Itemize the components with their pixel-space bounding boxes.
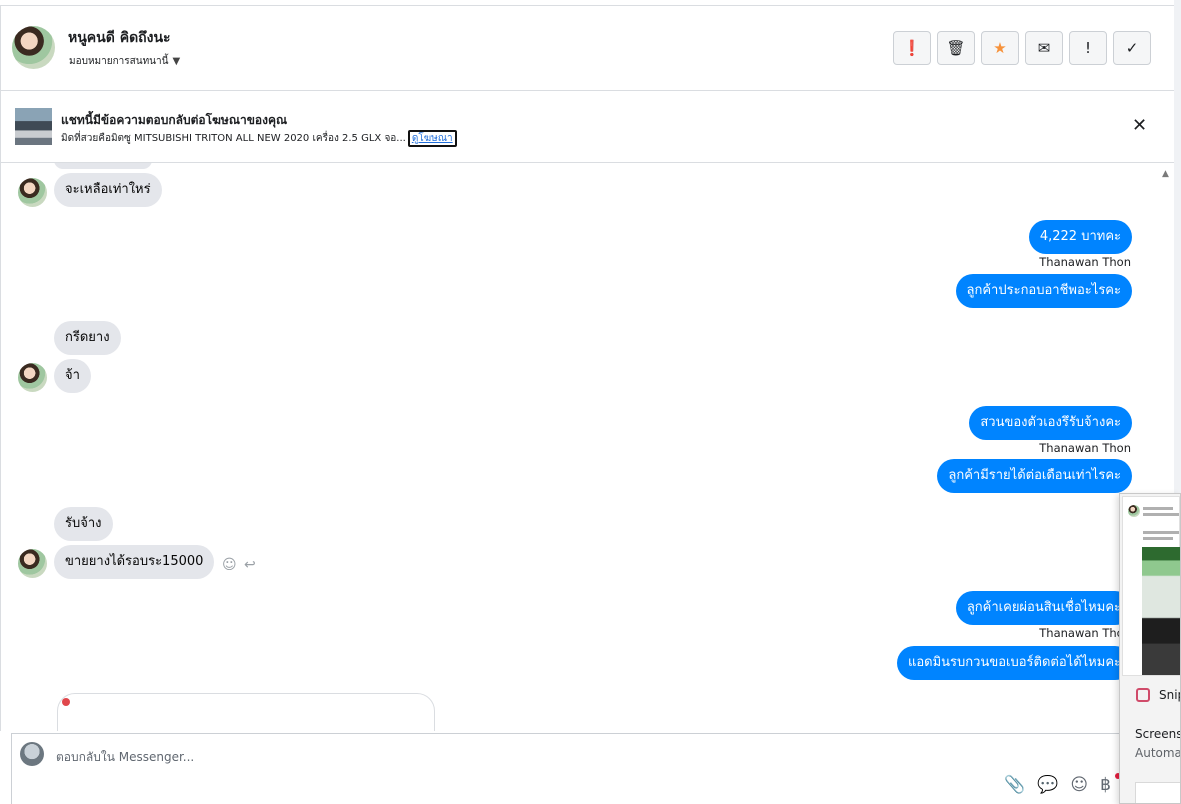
assign-conversation-dropdown[interactable]: มอบหมายการสนทนานี้ ▼ [69,54,180,69]
assign-label: มอบหมายการสนทนานี้ [69,56,169,67]
incoming-message[interactable]: กรีดยาง [54,321,121,355]
partial-attachment-card[interactable] [57,693,435,731]
thumb-image [1142,547,1180,675]
ad-reply-banner: แชทนี้มีข้อความตอบกลับต่อโฆษณาของคุณ มิด… [0,91,1174,163]
mark-unread-button[interactable]: ✉ [1025,31,1063,65]
contact-avatar[interactable] [12,26,55,69]
thumb-avatar [1128,505,1140,517]
snipping-tool-icon [1136,688,1150,702]
incoming-message[interactable]: จ้า [54,359,91,393]
page-avatar [20,742,44,766]
outgoing-message[interactable]: สวนของตัวเองรึรับจ้างคะ [969,406,1132,440]
scroll-up-arrow-icon[interactable]: ▲ [1162,169,1169,179]
star-button[interactable]: ★ [981,31,1019,65]
check-icon: ✓ [1125,39,1139,57]
ad-thumbnail [15,108,52,145]
outgoing-message[interactable]: แอดมินรบกวนขอเบอร์ติดต่อได้ไหมคะ [896,646,1132,680]
mark-done-button[interactable]: ✓ [1113,31,1151,65]
sender-name: Thanawan Thon [1039,441,1131,455]
composer-tools: 📎 💬 ☺ ฿ [1004,775,1111,795]
trash-icon: 🗑 [946,39,966,57]
thumb-line [1143,513,1179,516]
exclamation-icon: ! [1084,39,1091,57]
message-thread[interactable]: ▲ จะเหลือเท่าใหร่ 4,222 บาทคะ Thanawan T… [0,163,1174,731]
notification-action-area[interactable] [1135,782,1180,803]
sender-name: Thanawan Thon [1039,626,1131,640]
thumb-line [1143,537,1173,540]
close-icon[interactable]: ✕ [1132,115,1147,137]
contact-name[interactable]: หนูคนดี คิดถึงนะ [68,27,171,49]
emoji-icon[interactable]: ☺ [1070,775,1088,795]
outgoing-message[interactable]: 4,222 บาทคะ [1028,220,1132,254]
ad-description: มิดที่สวยคือมิตซู MITSUBISHI TRITON ALL … [61,133,406,144]
reply-composer: ตอบกลับใน Messenger... 📎 💬 ☺ ฿ [11,733,1174,804]
reply-input[interactable]: ตอบกลับใน Messenger... [56,748,194,767]
thumb-line [1143,507,1173,510]
view-ad-link[interactable]: ดูโฆษณา [407,130,457,147]
alert-circle-icon: ❗ [902,39,922,57]
envelope-icon: ✉ [1037,39,1051,57]
contact-avatar-small[interactable] [18,549,47,578]
paperclip-icon[interactable]: 📎 [1004,775,1025,795]
notification-title: Screens [1135,727,1181,741]
thumb-line [1143,531,1179,534]
baht-icon[interactable]: ฿ [1100,775,1111,795]
banner-title: แชทนี้มีข้อความตอบกลับต่อโฆษณาของคุณ [61,113,288,127]
contact-avatar-small[interactable] [18,363,47,392]
follow-up-button[interactable]: ! [1069,31,1107,65]
incoming-message[interactable]: ขายยางได้รอบระ15000 [54,545,215,579]
partial-message-bubble [54,163,152,169]
snipping-app-name: Snip [1159,688,1180,702]
incoming-message[interactable]: จะเหลือเท่าใหร่ [54,173,162,207]
mark-spam-button[interactable]: ❗ [893,31,931,65]
snipping-tool-notification[interactable]: Snip Screens Automa [1119,493,1181,804]
react-emoji-icon[interactable]: ☺ [222,557,237,573]
reply-arrow-icon[interactable]: ↩ [244,557,256,573]
outgoing-message[interactable]: ลูกค้ามีรายได้ต่อเดือนเท่าไรคะ [937,459,1132,493]
banner-subtitle: มิดที่สวยคือมิตซู MITSUBISHI TRITON ALL … [61,130,457,147]
speech-bubble-icon[interactable]: 💬 [1037,775,1058,795]
contact-avatar-small[interactable] [18,178,47,207]
notification-description: Automa [1135,746,1181,760]
screenshot-thumbnail[interactable] [1122,496,1180,676]
card-marker [62,698,70,706]
messenger-inbox-window: หนูคนดี คิดถึงนะ มอบหมายการสนทนานี้ ▼ ❗ … [0,0,1181,804]
outgoing-message[interactable]: ลูกค้าเคยผ่อนสินเชื่อไหมคะ [955,591,1132,625]
sender-name: Thanawan Thon [1039,255,1131,269]
delete-button[interactable]: 🗑 [937,31,975,65]
outgoing-message[interactable]: ลูกค้าประกอบอาชีพอะไรคะ [955,274,1132,308]
caret-down-icon: ▼ [172,56,181,67]
conversation-actions: ❗ 🗑 ★ ✉ ! ✓ [893,31,1151,65]
conversation-header: หนูคนดี คิดถึงนะ มอบหมายการสนทนานี้ ▼ ❗ … [0,6,1174,91]
incoming-message[interactable]: รับจ้าง [54,507,113,541]
star-icon: ★ [993,39,1007,57]
